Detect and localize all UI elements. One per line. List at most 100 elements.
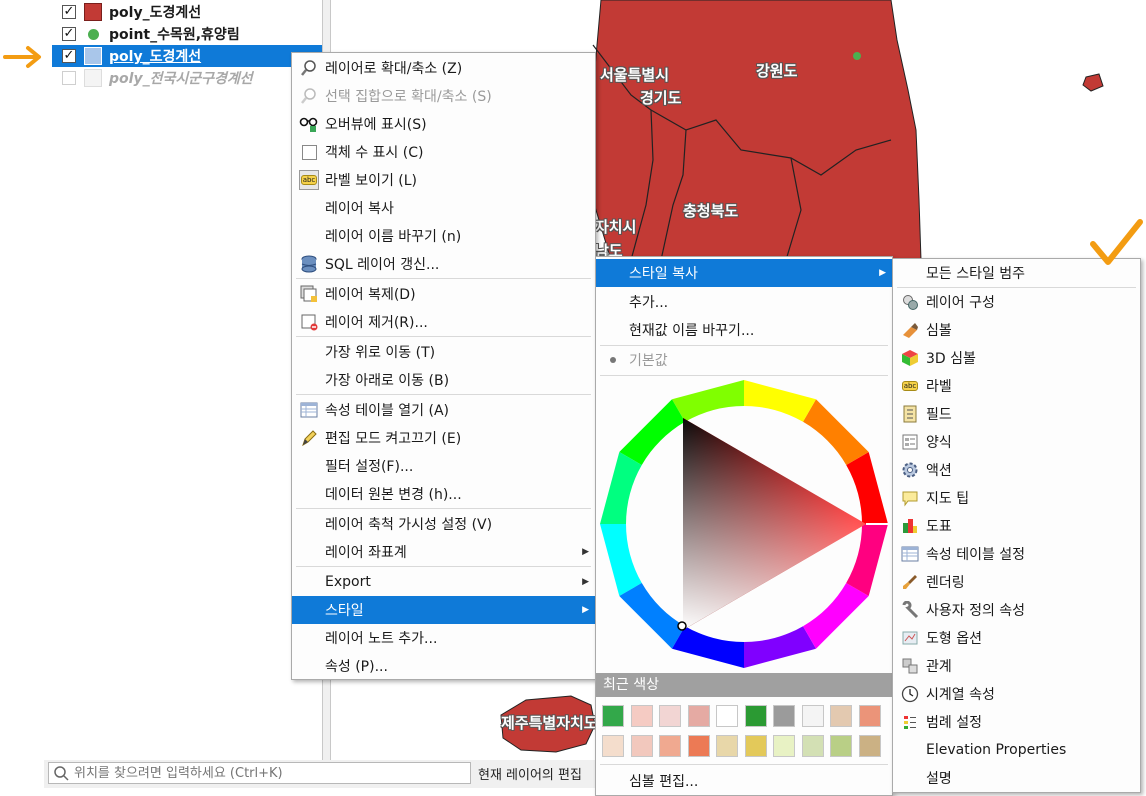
recent-color-swatch[interactable]	[773, 705, 795, 727]
recent-color-swatch[interactable]	[773, 735, 795, 757]
recent-color-swatch[interactable]	[801, 735, 824, 757]
menu-custom-properties[interactable]: 사용자 정의 속성	[893, 596, 1140, 624]
label-icon: abc	[299, 170, 319, 190]
menu-forms[interactable]: 양식	[893, 428, 1140, 456]
menu-rename-layer[interactable]: 레이어 이름 바꾸기 (n)	[292, 222, 595, 250]
menu-layer-crs[interactable]: 레이어 좌표계 ▶	[292, 538, 595, 566]
map-label: 자치시	[595, 218, 637, 236]
status-edit-label: 현재 레이어의 편집	[478, 768, 582, 783]
recent-colors-header: 최근 색상	[596, 673, 892, 697]
pencil-icon	[299, 428, 319, 448]
color-wheel-graphic	[600, 380, 888, 668]
recent-color-swatch[interactable]	[830, 735, 852, 757]
recent-color-swatch[interactable]	[602, 705, 624, 727]
layer-item[interactable]: ✓ point_수목원,휴양림	[52, 23, 322, 45]
menu-change-data-source[interactable]: 데이터 원본 변경 (h)...	[292, 480, 595, 508]
menu-edit-symbol[interactable]: 심볼 편집...	[596, 767, 892, 795]
layer-item[interactable]: poly_전국시군구경계선	[52, 67, 322, 89]
recent-color-swatch[interactable]	[630, 705, 653, 727]
layer-label: poly_도경계선	[109, 5, 202, 21]
menu-show-labels[interactable]: abc 라벨 보이기 (L)	[292, 166, 595, 194]
layer-visibility-checkbox[interactable]: ✓	[62, 5, 76, 19]
recent-color-swatch[interactable]	[801, 705, 824, 727]
recent-color-swatch[interactable]	[744, 705, 767, 727]
menu-scale-visibility[interactable]: 레이어 축척 가시성 설정 (V)	[292, 510, 595, 538]
menu-move-to-bottom[interactable]: 가장 아래로 이동 (B)	[292, 366, 595, 394]
recent-color-swatch[interactable]	[659, 735, 681, 757]
layer-item-selected[interactable]: ✓ poly_도경계선	[52, 45, 322, 67]
annotation-check-icon	[1090, 219, 1143, 265]
menu-zoom-to-selection[interactable]: 선택 집합으로 확대/축소 (S)	[292, 82, 595, 110]
recent-color-swatch[interactable]	[830, 705, 852, 727]
menu-add-style[interactable]: 추가...	[596, 288, 892, 316]
remove-layer-icon	[299, 312, 319, 332]
recent-color-swatch[interactable]	[687, 735, 710, 757]
menu-separator	[600, 375, 888, 376]
fill-symbol-icon	[84, 69, 102, 87]
menu-move-to-top[interactable]: 가장 위로 이동 (T)	[292, 338, 595, 366]
recent-color-swatch[interactable]	[659, 705, 681, 727]
menu-default-style[interactable]: 기본값	[596, 346, 892, 374]
menu-elevation-properties[interactable]: Elevation Properties	[893, 736, 1140, 764]
menu-export[interactable]: Export ▶	[292, 568, 595, 596]
layer-label: poly_전국시군구경계선	[109, 71, 253, 87]
recent-color-swatch[interactable]	[630, 735, 653, 757]
menu-symbology[interactable]: 심볼	[893, 316, 1140, 344]
menu-notes[interactable]: 설명	[893, 764, 1140, 792]
menu-rendering[interactable]: 렌더링	[893, 568, 1140, 596]
menu-open-attribute-table[interactable]: 속성 테이블 열기 (A)	[292, 396, 595, 424]
menu-fields[interactable]: 필드	[893, 400, 1140, 428]
submenu-arrow-icon: ▶	[879, 268, 886, 278]
map-label: 서울특별시	[600, 66, 670, 84]
menu-show-in-overview[interactable]: 오버뷰에 표시(S)	[292, 110, 595, 138]
menu-copy-style[interactable]: 스타일 복사 ▶	[596, 259, 892, 287]
recent-color-swatch[interactable]	[716, 705, 738, 727]
recent-color-swatch[interactable]	[858, 735, 881, 757]
menu-separator	[296, 566, 591, 567]
layer-visibility-checkbox[interactable]: ✓	[62, 27, 76, 41]
map-label: 제주특별자치도	[501, 714, 598, 732]
menu-diagrams[interactable]: 도표	[893, 512, 1140, 540]
menu-legend-settings[interactable]: 범례 설정	[893, 708, 1140, 736]
menu-add-layer-notes[interactable]: 레이어 노트 추가...	[292, 624, 595, 652]
submenu-arrow-icon: ▶	[582, 605, 589, 615]
recent-color-swatch[interactable]	[858, 705, 881, 727]
layer-item[interactable]: ✓ poly_도경계선	[52, 1, 322, 23]
menu-set-filter[interactable]: 필터 설정(F)...	[292, 452, 595, 480]
layer-visibility-checkbox[interactable]: ✓	[62, 49, 76, 63]
locator-input[interactable]	[74, 765, 454, 781]
recent-color-swatch[interactable]	[687, 705, 710, 727]
zoom-to-layer-icon	[299, 58, 319, 78]
menu-copy-layer[interactable]: 레이어 복사	[292, 194, 595, 222]
menu-separator	[296, 394, 591, 395]
locator-box[interactable]	[48, 762, 471, 784]
menu-relations[interactable]: 관계	[893, 652, 1140, 680]
color-wheel[interactable]	[600, 380, 888, 668]
menu-show-feature-count[interactable]: 객체 수 표시 (C)	[292, 138, 595, 166]
menu-layer-configuration[interactable]: 레이어 구성	[893, 288, 1140, 316]
menu-styles[interactable]: 스타일 ▶	[292, 596, 595, 624]
action-gear-icon	[900, 460, 920, 480]
menu-rename-current-style[interactable]: 현재값 이름 바꾸기...	[596, 316, 892, 344]
menu-labels[interactable]: abc 라벨	[893, 372, 1140, 400]
menu-map-tips[interactable]: 지도 팁	[893, 484, 1140, 512]
layers-panel: ✓ poly_도경계선 ✓ point_수목원,휴양림 ✓ poly_도경계선 …	[0, 0, 322, 760]
menu-remove-layer[interactable]: 레이어 제거(R)...	[292, 308, 595, 336]
menu-geometry-options[interactable]: 도형 옵션	[893, 624, 1140, 652]
menu-temporal-properties[interactable]: 시계열 속성	[893, 680, 1140, 708]
recent-color-swatch[interactable]	[744, 735, 767, 757]
recent-color-swatch[interactable]	[602, 735, 624, 757]
menu-duplicate-layer[interactable]: 레이어 복제(D)	[292, 280, 595, 308]
menu-3d-symbology[interactable]: 3D 심볼	[893, 344, 1140, 372]
color-picker-handle[interactable]	[677, 621, 687, 631]
menu-update-sql-layer[interactable]: SQL 레이어 갱신...	[292, 250, 595, 278]
menu-separator	[296, 336, 591, 337]
menu-attribute-table-config[interactable]: 속성 테이블 설정	[893, 540, 1140, 568]
menu-properties[interactable]: 속성 (P)...	[292, 652, 595, 680]
menu-zoom-to-layer[interactable]: 레이어로 확대/축소 (Z)	[292, 54, 595, 82]
layer-visibility-checkbox[interactable]	[62, 71, 76, 85]
menu-actions[interactable]: 액션	[893, 456, 1140, 484]
menu-toggle-editing[interactable]: 편집 모드 켜고끄기 (E)	[292, 424, 595, 452]
recent-color-swatch[interactable]	[716, 735, 738, 757]
search-icon	[54, 766, 69, 781]
